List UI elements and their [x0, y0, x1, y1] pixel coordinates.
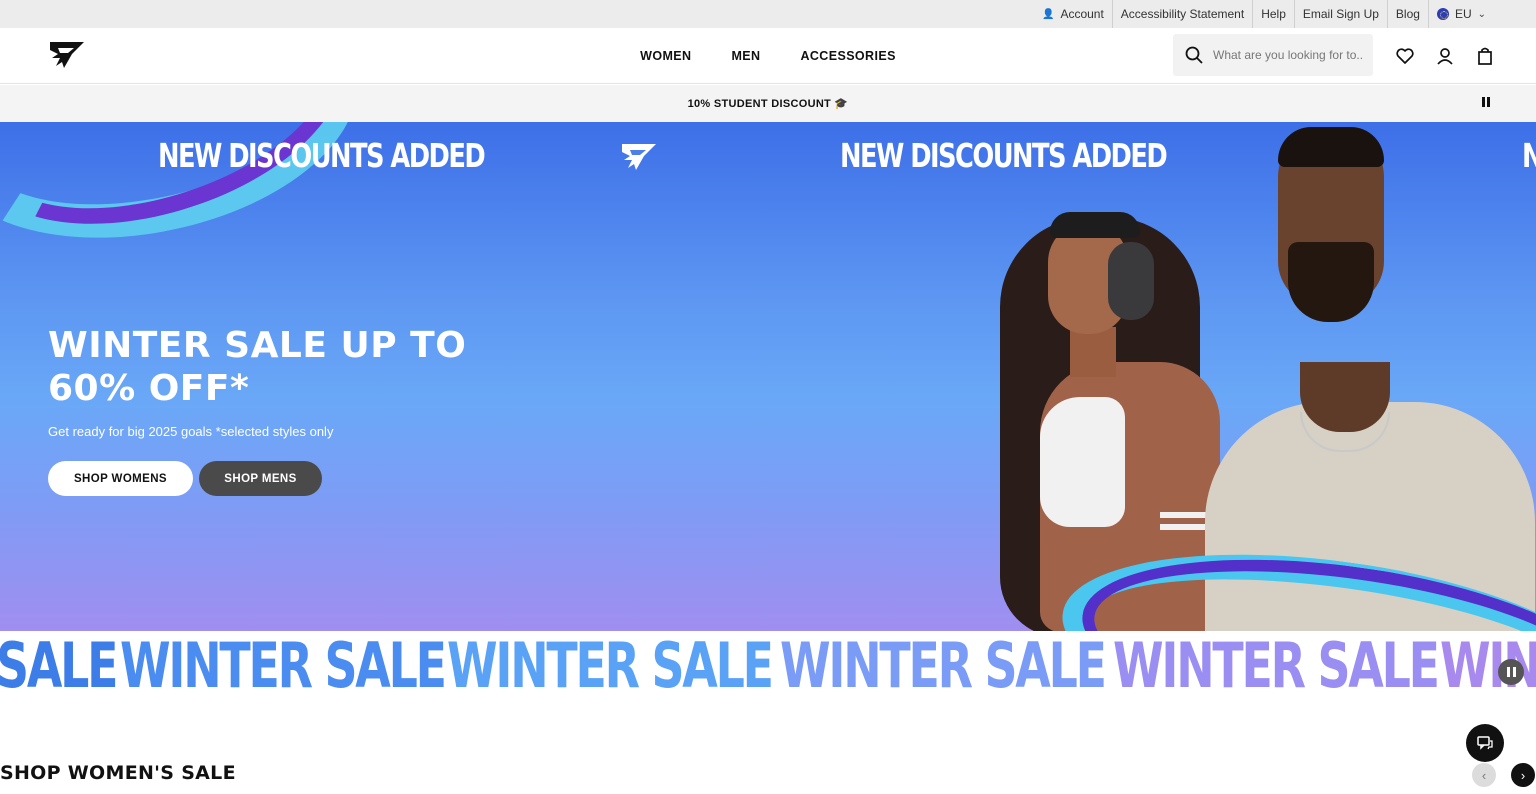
help-label: Help: [1261, 7, 1286, 21]
ticker-item: WINTER SALE: [447, 631, 774, 701]
user-small-icon: 👤: [1041, 8, 1055, 20]
account-link[interactable]: 👤 Account: [1034, 0, 1112, 28]
banner-text: N: [1522, 136, 1536, 175]
nav-accessories[interactable]: ACCESSORIES: [800, 49, 895, 63]
hero-banner[interactable]: NEW DISCOUNTS ADDED NEW DISCOUNTS ADDED …: [0, 122, 1536, 631]
eu-flag-icon: [1436, 8, 1449, 20]
region-label: EU: [1454, 7, 1472, 21]
user-icon[interactable]: [1435, 46, 1455, 66]
shop-mens-button[interactable]: SHOP MENS: [199, 461, 322, 496]
ticker-pause-button[interactable]: [1498, 659, 1524, 685]
accessibility-label: Accessibility Statement: [1120, 7, 1245, 21]
blog-link[interactable]: Blog: [1386, 0, 1428, 28]
hero-subtitle: Get ready for big 2025 goals *selected s…: [48, 424, 334, 439]
gymshark-logo-icon[interactable]: [48, 40, 86, 70]
region-selector[interactable]: EU ⌄: [1427, 0, 1494, 28]
accessibility-link[interactable]: Accessibility Statement: [1111, 0, 1252, 28]
model-woman-top: [1040, 397, 1125, 527]
banner-text: NEW DISCOUNTS ADDED: [158, 136, 486, 175]
utility-links: 👤 Account Accessibility Statement Help E…: [1034, 0, 1494, 28]
shop-womens-button[interactable]: SHOP WOMENS: [48, 461, 193, 496]
ticker-item: WINTER SALE: [1113, 631, 1440, 701]
chat-icon: [1477, 736, 1493, 750]
banner-text: NEW DISCOUNTS ADDED: [840, 136, 1168, 175]
hero-title: WINTER SALE UP TO 60% OFF*: [48, 325, 467, 409]
ticker-item: WINTER SALE: [120, 631, 447, 701]
account-label: Account: [1060, 7, 1104, 21]
ticker-item: SALE: [0, 631, 118, 701]
student-discount-link[interactable]: 10% STUDENT DISCOUNT 🎓: [688, 97, 849, 110]
model-woman-headband: [1050, 212, 1140, 238]
carousel-prev-button[interactable]: ‹: [1472, 763, 1496, 787]
gymshark-logo-icon: [622, 144, 656, 170]
model-man-beard: [1288, 242, 1374, 322]
email-signup-link[interactable]: Email Sign Up: [1293, 0, 1387, 28]
model-woman-strap: [1160, 524, 1208, 530]
nav-men[interactable]: MEN: [731, 49, 760, 63]
heart-icon[interactable]: [1395, 46, 1415, 66]
section-title: SHOP WOMEN'S SALE: [0, 762, 236, 784]
headphones-icon: [1108, 242, 1154, 320]
bag-icon[interactable]: [1475, 46, 1495, 66]
chat-button[interactable]: [1466, 724, 1504, 762]
ticker-item: WINTER SALE: [780, 631, 1107, 701]
model-man-hair: [1278, 127, 1384, 167]
model-woman-neck: [1070, 327, 1116, 377]
pause-icon[interactable]: [1482, 97, 1490, 108]
blog-label: Blog: [1395, 7, 1420, 21]
winter-sale-ticker: SALE WINTER SALE WINTER SALE WINTER SALE…: [0, 631, 1536, 701]
chevron-down-icon: ⌄: [1477, 8, 1486, 20]
utility-bar: 👤 Account Accessibility Statement Help E…: [0, 0, 1536, 28]
site-header: WOMEN MEN ACCESSORIES: [0, 28, 1536, 84]
nav-women[interactable]: WOMEN: [640, 49, 691, 63]
carousel-next-button[interactable]: ›: [1511, 763, 1535, 787]
email-signup-label: Email Sign Up: [1302, 7, 1379, 21]
promo-bar: 10% STUDENT DISCOUNT 🎓: [0, 85, 1536, 122]
search-icon: [1185, 46, 1203, 64]
model-woman-strap: [1160, 512, 1208, 518]
help-link[interactable]: Help: [1252, 0, 1294, 28]
search-input[interactable]: [1213, 48, 1363, 62]
search-bar[interactable]: [1173, 34, 1373, 76]
